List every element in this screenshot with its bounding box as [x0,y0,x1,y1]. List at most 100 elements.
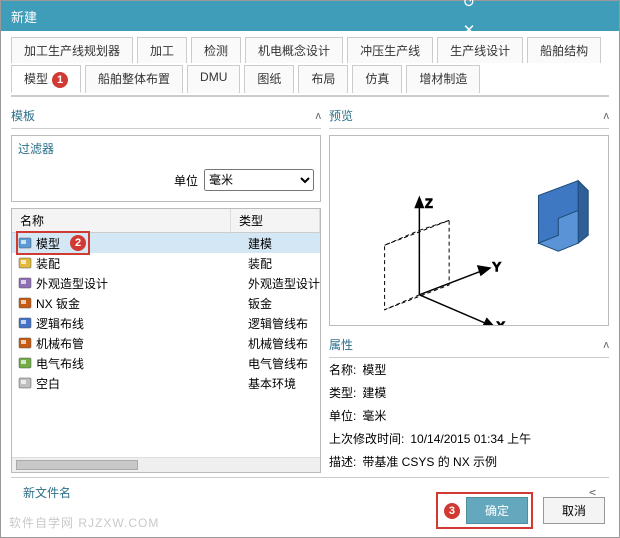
svg-text:Y: Y [493,260,501,274]
property-row: 类型: 建模 [329,381,609,404]
row-name: 电气布线 [36,355,84,372]
property-key: 上次修改时间: [329,430,404,447]
property-row: 上次修改时间: 10/14/2015 01:34 上午 [329,427,609,450]
window-title: 新建 [11,7,37,26]
row-type: 建模 [244,235,320,252]
property-value: 建模 [362,384,386,401]
tab-加工[interactable]: 加工 [137,37,187,63]
ok-button[interactable]: 确定 [466,497,528,524]
svg-text:Z: Z [425,196,432,210]
tab-label: 船舶整体布置 [98,72,170,86]
svg-text:X: X [497,320,505,326]
template-row-NX 钣金[interactable]: NX 钣金 钣金 [12,293,320,313]
step-badge-2: 2 [70,235,86,251]
filter-title: 过滤器 [18,140,314,161]
row-name: NX 钣金 [36,295,80,312]
template-list: 名称 类型 模型 2 建模装配 装配外观造型设计 外观造型设计 NX 钣金 钣金逻辑布线逻辑… [11,208,321,473]
property-key: 描述: [329,453,356,470]
tab-仿真[interactable]: 仿真 [352,65,402,93]
tab-船舶结构[interactable]: 船舶结构 [527,37,601,63]
sheetmetal-icon [18,296,32,310]
property-row: 描述: 带基准 CSYS 的 NX 示例 [329,450,609,473]
templates-label: 模板 [11,107,35,124]
unit-label: 单位 [174,172,198,189]
col-type[interactable]: 类型 [231,209,320,233]
preview-canvas: Z X Y [329,135,609,326]
dialog-footer: 3 确定 取消 [436,492,605,529]
tab-label: 图纸 [257,72,281,86]
row-type: 逻辑管线布 [244,315,320,332]
template-row-机械布管[interactable]: 机械布管 机械管线布 [12,333,320,353]
preview-image: Z X Y [330,136,608,326]
tab-布局[interactable]: 布局 [298,65,348,93]
row-type: 基本环境 [244,375,320,392]
template-row-空白[interactable]: 空白 基本环境 [12,373,320,393]
row-type: 钣金 [244,295,320,312]
step-badge-1: 1 [52,72,68,88]
cancel-button[interactable]: 取消 [543,497,605,524]
property-value: 10/14/2015 01:34 上午 [410,430,531,447]
template-row-模型[interactable]: 模型 2 建模 [12,233,320,253]
blank-icon [18,376,32,390]
tab-生产线设计[interactable]: 生产线设计 [437,37,523,63]
tab-检测[interactable]: 检测 [191,37,241,63]
new-file-label: 新文件名 [23,484,71,501]
routing-m-icon [18,336,32,350]
tab-label: DMU [200,70,227,84]
row-type: 电气管线布 [244,355,320,372]
property-value: 带基准 CSYS 的 NX 示例 [362,453,497,470]
col-name[interactable]: 名称 [12,209,231,233]
tab-label: 布局 [311,72,335,86]
row-type: 外观造型设计 [244,275,320,292]
property-row: 单位: 毫米 [329,404,609,427]
tab-strip: 加工生产线规划器加工检测机电概念设计冲压生产线生产线设计船舶结构 模型 1 船舶整体… [1,31,619,93]
tab-冲压生产线[interactable]: 冲压生产线 [347,37,433,63]
preview-label: 预览 [329,107,353,124]
chevron-up-icon[interactable]: ʌ [604,110,610,122]
tab-label: 增材制造 [419,72,467,86]
templates-header: 模板 ʌ [11,103,321,129]
row-name: 装配 [36,255,60,272]
preview-header: 预览 ʌ [329,103,609,129]
chevron-up-icon[interactable]: ʌ [604,339,610,351]
row-name: 模型 [36,235,60,252]
step-badge-3: 3 [444,503,460,519]
tab-机电概念设计[interactable]: 机电概念设计 [245,37,343,63]
tab-增材制造[interactable]: 增材制造 [406,65,480,93]
routing-e-icon [18,356,32,370]
tab-label: 模型 [24,72,48,86]
property-key: 单位: [329,407,356,424]
filter-group: 过滤器 单位 毫米 [11,135,321,202]
row-name: 外观造型设计 [36,275,108,292]
tab-船舶整体布置[interactable]: 船舶整体布置 [85,65,183,93]
horizontal-scrollbar[interactable] [12,457,320,472]
tab-图纸[interactable]: 图纸 [244,65,294,93]
property-value: 模型 [362,361,386,378]
row-type: 机械管线布 [244,335,320,352]
row-name: 机械布管 [36,335,84,352]
tab-模型[interactable]: 模型 1 [11,65,81,93]
property-key: 类型: [329,384,356,401]
tab-加工生产线规划器[interactable]: 加工生产线规划器 [11,37,133,63]
unit-select[interactable]: 毫米 [204,169,314,191]
property-value: 毫米 [362,407,386,424]
property-key: 名称: [329,361,356,378]
watermark-text: 软件自学网 RJZXW.COM [9,514,159,531]
properties-header: 属性 ʌ [329,332,609,358]
tab-DMU[interactable]: DMU [187,65,240,93]
template-row-电气布线[interactable]: 电气布线 电气管线布 [12,353,320,373]
reset-icon[interactable]: ↺ [463,0,476,11]
row-name: 空白 [36,375,60,392]
template-row-外观造型设计[interactable]: 外观造型设计 外观造型设计 [12,273,320,293]
row-type: 装配 [244,255,320,272]
property-row: 名称: 模型 [329,358,609,381]
template-row-装配[interactable]: 装配 装配 [12,253,320,273]
assembly-icon [18,256,32,270]
template-row-逻辑布线[interactable]: 逻辑布线逻辑管线布 [12,313,320,333]
tab-label: 仿真 [365,72,389,86]
scrollbar-thumb[interactable] [16,460,138,470]
chevron-up-icon[interactable]: ʌ [316,110,322,122]
routing-l-icon [18,316,32,330]
shape-icon [18,276,32,290]
ok-button-highlight: 3 确定 [436,492,533,529]
